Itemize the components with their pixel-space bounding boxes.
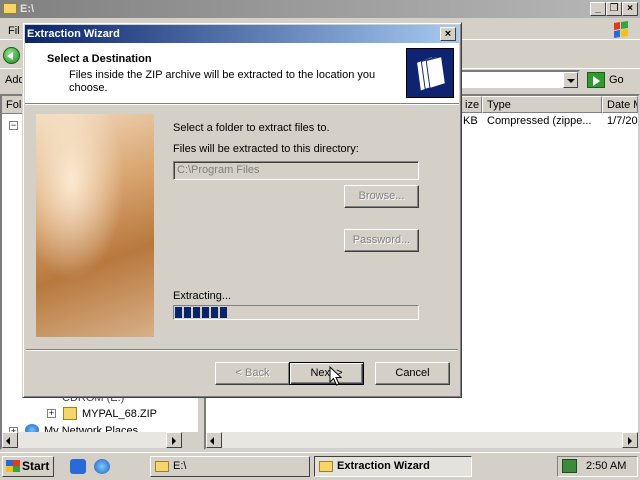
show-desktop-icon[interactable] <box>70 459 86 474</box>
tree-expand-icon[interactable]: − <box>9 121 18 130</box>
cancel-button[interactable]: Cancel <box>375 362 450 385</box>
close-button[interactable]: × <box>622 2 638 16</box>
internet-explorer-icon[interactable] <box>94 459 110 474</box>
windows-logo-icon <box>614 21 628 38</box>
browse-button[interactable]: Browse... <box>344 185 419 208</box>
password-button[interactable]: Password... <box>344 229 419 252</box>
list-horizontal-scrollbar[interactable] <box>206 432 638 448</box>
file-date-cell[interactable]: 1/7/20 <box>607 115 638 127</box>
go-label: Go <box>609 74 624 86</box>
start-label: Start <box>22 459 50 473</box>
back-button[interactable]: < Back <box>215 362 290 385</box>
scroll-corner <box>182 432 198 448</box>
scroll-left-button[interactable] <box>2 432 18 448</box>
folder-icon <box>319 461 333 472</box>
network-tray-icon[interactable] <box>562 459 577 473</box>
header-divider <box>25 103 459 105</box>
button-row-divider <box>26 349 458 351</box>
folder-icon <box>155 461 169 472</box>
progress-fill <box>175 307 228 318</box>
directory-input[interactable]: C:\Program Files <box>173 161 419 180</box>
back-arrow-icon[interactable] <box>3 47 20 64</box>
dialog-title: Extraction Wizard <box>25 25 459 43</box>
column-type[interactable]: Type <box>482 96 602 113</box>
task-wizard-label: Extraction Wizard <box>337 460 430 472</box>
menu-file[interactable]: Fil <box>8 25 20 37</box>
minimize-button[interactable]: _ <box>590 2 606 16</box>
explorer-title-bar: E:\ <box>0 0 640 18</box>
restore-button[interactable]: ❐ <box>606 2 622 16</box>
file-type-cell[interactable]: Compressed (zippe... <box>487 115 599 127</box>
extraction-progress-bar <box>173 305 419 320</box>
address-input[interactable] <box>460 70 580 90</box>
extracting-label: Extracting... <box>173 290 232 302</box>
tree-item-zip[interactable]: MYPAL_68.ZIP <box>82 406 157 422</box>
wizard-side-image <box>36 114 154 337</box>
folder-icon <box>3 3 17 14</box>
column-size[interactable]: ize <box>460 96 482 113</box>
header-subtitle: Files inside the ZIP archive will be ext… <box>69 69 376 94</box>
zip-folder-icon <box>63 407 77 420</box>
task-explorer-label: E:\ <box>173 460 187 472</box>
task-explorer[interactable]: E:\ <box>150 456 310 477</box>
dialog-close-button[interactable]: × <box>440 27 456 41</box>
task-extraction-wizard[interactable]: Extraction Wizard <box>314 456 472 477</box>
column-date[interactable]: Date M <box>602 96 638 113</box>
scroll-right-button[interactable] <box>622 432 638 448</box>
scroll-left-button[interactable] <box>206 432 222 448</box>
select-folder-label: Select a folder to extract files to. <box>173 122 330 134</box>
explorer-title: E:\ <box>20 3 35 15</box>
directory-label: Files will be extracted to this director… <box>173 143 359 155</box>
next-button[interactable]: Next > <box>289 362 364 385</box>
scroll-right-button[interactable] <box>166 432 182 448</box>
mouse-cursor-icon <box>329 366 343 386</box>
file-size-cell[interactable]: KB <box>463 115 478 127</box>
clock[interactable]: 2:50 AM <box>586 460 626 472</box>
windows-flag-icon <box>6 460 20 472</box>
go-arrow-icon[interactable] <box>587 72 605 88</box>
header-title: Select a Destination <box>47 53 152 65</box>
address-dropdown-button[interactable] <box>563 72 578 88</box>
folders-icon <box>406 48 454 98</box>
tree-expand-icon[interactable]: + <box>47 409 56 418</box>
